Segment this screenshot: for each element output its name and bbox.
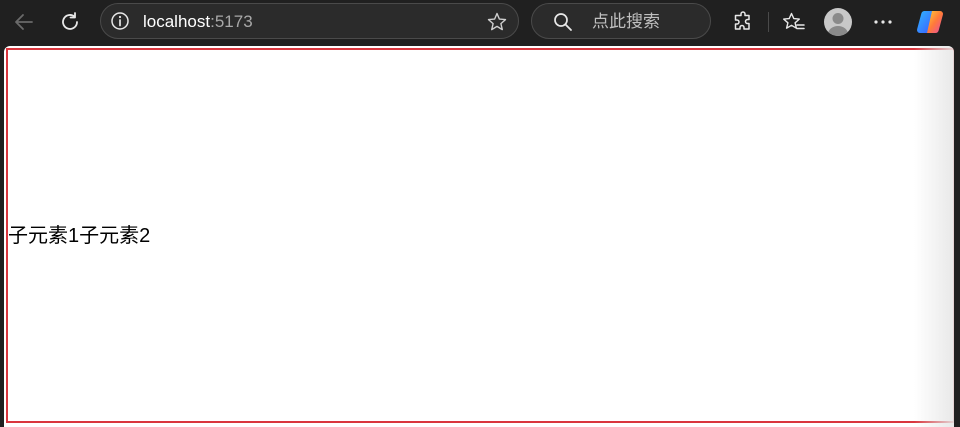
address-bar[interactable]: localhost:5173 — [100, 3, 519, 39]
copilot-button[interactable] — [914, 6, 946, 38]
favorites-button[interactable] — [778, 6, 810, 38]
refresh-button[interactable] — [54, 6, 86, 38]
url-text[interactable]: localhost:5173 — [143, 12, 253, 32]
more-button[interactable] — [867, 6, 899, 38]
refresh-icon — [62, 12, 78, 30]
avatar-icon — [824, 8, 852, 36]
url-port: :5173 — [210, 12, 253, 31]
browser-toolbar: localhost:5173 点此搜索 — [0, 0, 960, 44]
flex-container: 子元素1 子元素2 — [6, 48, 954, 423]
star-icon[interactable] — [486, 11, 508, 33]
search-box[interactable]: 点此搜索 — [531, 3, 711, 39]
favorites-icon — [783, 12, 805, 30]
page-viewport: 子元素1 子元素2 — [4, 46, 954, 427]
more-icon — [874, 20, 892, 24]
puzzle-icon — [734, 11, 750, 30]
search-icon — [554, 13, 572, 31]
child-element-1: 子元素1 — [8, 224, 80, 247]
back-button[interactable] — [8, 6, 40, 38]
arrow-left-icon — [15, 14, 33, 30]
toolbar-divider — [768, 12, 769, 32]
info-icon[interactable] — [110, 11, 130, 31]
copilot-icon — [916, 10, 944, 34]
url-host: localhost — [143, 12, 211, 31]
child-element-2: 子元素2 — [79, 224, 151, 247]
extensions-button[interactable] — [727, 6, 759, 38]
profile-button[interactable] — [822, 6, 854, 38]
search-placeholder: 点此搜索 — [592, 12, 660, 31]
